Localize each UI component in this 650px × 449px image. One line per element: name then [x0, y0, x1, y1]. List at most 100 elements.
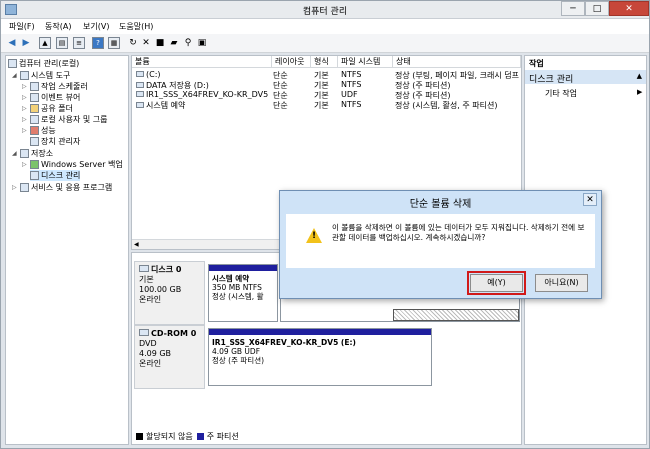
collapsed-arrow-icon[interactable]: ▷ — [22, 116, 30, 123]
column-status[interactable]: 상태 — [393, 56, 521, 68]
event-viewer-icon — [30, 93, 39, 102]
tree-windows-backup[interactable]: ▷ Windows Server 백업 — [22, 159, 123, 170]
expanded-arrow-icon[interactable]: ◢ — [12, 72, 20, 79]
computer-management-window: 컴퓨터 관리 ─ □ ✕ 파일(F) 동작(A) 보기(V) 도움말(H) ◀ … — [0, 0, 650, 449]
legend-unallocated: 할당되지 않음 — [146, 432, 193, 441]
column-filesystem[interactable]: 파일 시스템 — [338, 56, 393, 68]
primary-partition-bar — [209, 265, 277, 271]
tree-performance[interactable]: ▷ 성능 — [22, 125, 56, 136]
actions-section-disk-management[interactable]: 디스크 관리 ▲ — [525, 70, 646, 85]
volume-icon — [136, 71, 144, 77]
cdrom0-state: 온라인 — [139, 359, 162, 368]
help-icon[interactable]: ? — [92, 37, 104, 49]
toolbar: ◀ ▶ ▲ ▤ ≡ ? ▦ ↻ ✕ ■ ▰ ⚲ ▣ — [1, 34, 649, 53]
column-layout[interactable]: 레이아웃 — [272, 56, 311, 68]
computer-icon — [8, 59, 17, 68]
tree-local-users[interactable]: ▷ 로컬 사용자 및 그룹 — [22, 114, 108, 125]
delete-icon[interactable]: ✕ — [140, 37, 152, 49]
action-more[interactable]: 기타 작업 ▶ — [545, 88, 642, 99]
backup-icon — [30, 160, 39, 169]
yes-button[interactable]: 예(Y) — [467, 271, 526, 295]
partition-name: 시스템 예약 — [212, 274, 250, 283]
tree-shared-folders[interactable]: ▷ 공유 폴더 — [22, 103, 73, 114]
disk0-header[interactable]: 디스크 0 기본 100.00 GB 온라인 — [134, 261, 205, 325]
close-button[interactable]: ✕ — [609, 1, 649, 16]
disk0-type: 기본 — [139, 275, 154, 284]
clock-icon — [30, 82, 39, 91]
disk-management-icon — [30, 171, 39, 180]
collapsed-arrow-icon[interactable]: ▷ — [22, 105, 30, 112]
disk-settings-icon[interactable]: ▣ — [196, 37, 208, 49]
tree-root[interactable]: 컴퓨터 관리(로컬) — [8, 58, 79, 69]
menu-help[interactable]: 도움말(H) — [119, 21, 153, 32]
disk0-state: 온라인 — [139, 295, 162, 304]
collapsed-arrow-icon[interactable]: ▷ — [22, 83, 30, 90]
collapse-icon[interactable]: ▲ — [637, 72, 642, 80]
cdrom-icon — [139, 329, 149, 336]
selected-region — [393, 309, 519, 321]
tree-services-apps[interactable]: ▷ 서비스 및 응용 프로그램 — [12, 182, 112, 193]
minimize-button[interactable]: ─ — [561, 1, 585, 16]
collapsed-arrow-icon[interactable]: ▷ — [22, 94, 30, 101]
storage-icon — [20, 149, 29, 158]
partition-size: 350 MB NTFS — [212, 283, 262, 292]
partition-status: 정상 (시스템, 활 — [212, 292, 264, 301]
actions-title: 작업 — [529, 59, 544, 68]
column-volume[interactable]: 볼륨 — [132, 56, 272, 68]
cdrom0-partition[interactable]: IR1_SSS_X64FREV_KO-KR_DV5 (E:) 4.09 GB U… — [208, 328, 432, 386]
delete-volume-dialog: 단순 볼륨 삭제 ✕ ! 이 볼륨을 삭제하면 이 볼륨에 있는 데이터가 모두… — [279, 190, 602, 299]
up-folder-icon[interactable]: ▲ — [39, 37, 51, 49]
warning-icon: ! — [306, 228, 322, 243]
navigation-tree: 컴퓨터 관리(로컬) ◢ 시스템 도구 ▷ 작업 스케줄러 ▷ 이벤트 뷰어 ▷ 공유 … — [5, 55, 129, 445]
users-icon — [30, 115, 39, 124]
check-disk-icon[interactable]: ■ — [154, 37, 166, 49]
legend: 할당되지 않음 주 파티션 — [134, 431, 239, 442]
disk0-name: 디스크 0 — [151, 265, 182, 274]
cdrom0-size: 4.09 GB — [139, 349, 172, 358]
back-icon[interactable]: ◀ — [6, 37, 18, 49]
disk-icon — [139, 265, 149, 272]
services-icon — [20, 183, 29, 192]
tree-event-viewer[interactable]: ▷ 이벤트 뷰어 — [22, 92, 80, 103]
primary-partition-bar — [209, 329, 431, 335]
cdrom0-type: DVD — [139, 339, 157, 348]
cdrom0-header[interactable]: CD-ROM 0 DVD 4.09 GB 온라인 — [134, 325, 205, 389]
performance-icon — [30, 126, 39, 135]
no-button[interactable]: 아니요(N) — [535, 274, 588, 292]
partition-status: 정상 (주 파티션) — [212, 356, 265, 365]
search-icon[interactable]: ⚲ — [182, 37, 194, 49]
scroll-left-icon[interactable]: ◀ — [134, 241, 139, 248]
open-folder-icon[interactable]: ▰ — [168, 37, 180, 49]
device-manager-icon — [30, 137, 39, 146]
column-type[interactable]: 형식 — [311, 56, 338, 68]
refresh-icon[interactable]: ↻ — [127, 37, 139, 49]
tree-task-scheduler[interactable]: ▷ 작업 스케줄러 — [22, 81, 88, 92]
volume-icon — [136, 82, 144, 88]
disk0-partition-system-reserved[interactable]: 시스템 예약 350 MB NTFS 정상 (시스템, 활 — [208, 264, 278, 322]
dvd-icon — [136, 91, 144, 97]
menu-bar: 파일(F) 동작(A) 보기(V) 도움말(H) — [1, 19, 649, 34]
legend-primary: 주 파티션 — [206, 432, 239, 441]
menu-file[interactable]: 파일(F) — [9, 21, 35, 32]
expanded-arrow-icon[interactable]: ◢ — [12, 150, 20, 157]
shared-folder-icon — [30, 104, 39, 113]
menu-action[interactable]: 동작(A) — [45, 21, 71, 32]
show-tree-icon[interactable]: ▤ — [56, 37, 68, 49]
collapsed-arrow-icon[interactable]: ▷ — [22, 127, 30, 134]
dialog-close-button[interactable]: ✕ — [583, 193, 597, 206]
partition-name: IR1_SSS_X64FREV_KO-KR_DV5 (E:) — [212, 338, 356, 347]
maximize-button[interactable]: □ — [585, 1, 609, 16]
detail-view-icon[interactable]: ▦ — [108, 37, 120, 49]
tree-device-manager[interactable]: 장치 관리자 — [30, 136, 80, 147]
tools-icon — [20, 71, 29, 80]
collapsed-arrow-icon[interactable]: ▷ — [12, 184, 20, 191]
tree-storage[interactable]: ◢ 저장소 — [12, 148, 53, 159]
collapsed-arrow-icon[interactable]: ▷ — [22, 161, 30, 168]
forward-icon[interactable]: ▶ — [20, 37, 32, 49]
title-bar: 컴퓨터 관리 ─ □ ✕ — [1, 1, 649, 19]
tree-disk-management[interactable]: 디스크 관리 — [30, 170, 81, 181]
tree-system-tools[interactable]: ◢ 시스템 도구 — [12, 70, 70, 81]
properties-icon[interactable]: ≡ — [73, 37, 85, 49]
submenu-arrow-icon: ▶ — [637, 88, 643, 96]
menu-view[interactable]: 보기(V) — [83, 21, 109, 32]
